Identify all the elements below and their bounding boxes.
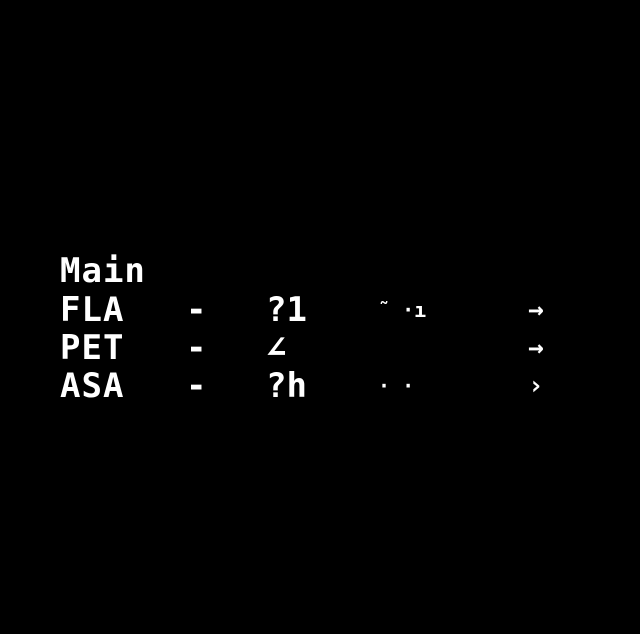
- row-value: ?1: [266, 290, 307, 330]
- row-extra: ˜ ·ı: [378, 298, 427, 322]
- menu-title: Main: [60, 251, 146, 291]
- main-menu: Main FLA - ?1 ˜ ·ı → PET - ∠ → ASA - ?h …: [60, 252, 580, 405]
- row-extra: · ·: [378, 374, 415, 398]
- row-label: FLA: [60, 290, 125, 330]
- row-label: PET: [60, 328, 125, 368]
- menu-row-pet[interactable]: PET - ∠ →: [60, 329, 580, 367]
- row-value: ?h: [266, 366, 307, 406]
- row-dash: -: [186, 366, 207, 406]
- row-extra: [378, 329, 518, 367]
- row-dash: -: [186, 290, 207, 330]
- row-label: ASA: [60, 366, 125, 406]
- menu-row-fla[interactable]: FLA - ?1 ˜ ·ı →: [60, 291, 580, 329]
- row-value: ∠: [266, 328, 287, 368]
- arrow-right-icon: →: [528, 333, 544, 363]
- display-screen: Main FLA - ?1 ˜ ·ı → PET - ∠ → ASA - ?h …: [0, 0, 640, 480]
- arrow-right-icon: ›: [528, 371, 544, 401]
- menu-row-asa[interactable]: ASA - ?h · · ›: [60, 367, 580, 405]
- arrow-right-icon: →: [528, 295, 544, 325]
- row-dash: -: [186, 328, 207, 368]
